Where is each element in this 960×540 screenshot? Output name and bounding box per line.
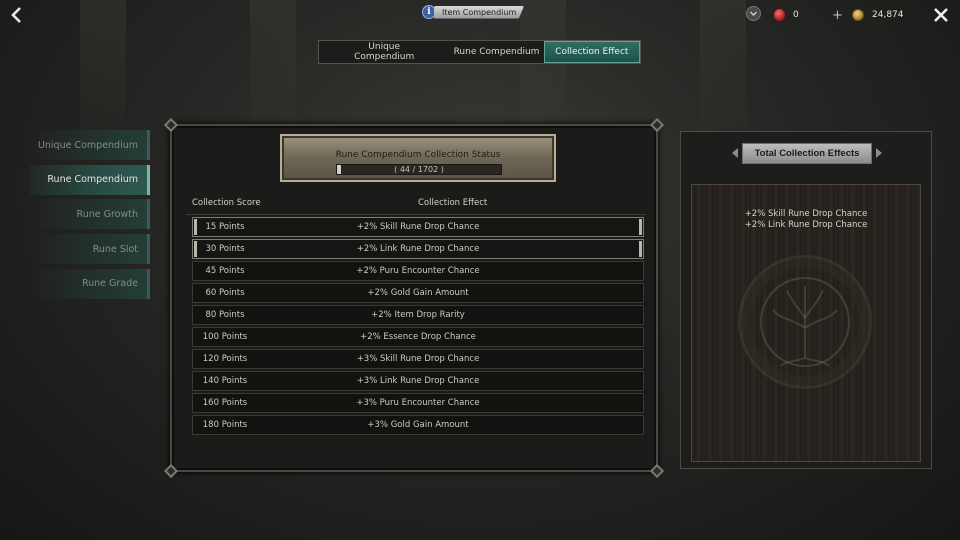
ruby-gem-icon: [774, 9, 785, 21]
table-header: Collection Score Collection Effect: [192, 198, 644, 212]
ornament-right-icon: [876, 148, 883, 158]
tab-collection-effect[interactable]: Collection Effect: [543, 41, 640, 63]
collection-effect: +2% Item Drop Rarity: [371, 310, 465, 320]
collection-panel: Rune Compendium Collection Status ( 44 /…: [163, 117, 665, 479]
collection-effect: +2% Skill Rune Drop Chance: [356, 222, 480, 232]
collection-effect: +2% Link Rune Drop Chance: [356, 244, 480, 254]
corner-ornament: [649, 463, 665, 479]
collection-effect: +3% Link Rune Drop Chance: [356, 376, 480, 386]
total-effect-item: +2% Skill Rune Drop Chance: [744, 209, 868, 219]
corner-ornament: [163, 117, 179, 133]
ornament-left-icon: [731, 148, 738, 158]
collection-score: 120 Points: [202, 354, 248, 364]
gold-currency: 24,874: [852, 6, 904, 24]
collection-effect: +2% Gold Gain Amount: [367, 288, 469, 298]
chevron-left-icon: [11, 7, 21, 23]
header-collection-effect: Collection Effect: [418, 198, 488, 208]
sidebar-item-rune-grade[interactable]: Rune Grade: [30, 268, 150, 299]
ruby-amount: 0: [793, 10, 799, 20]
collection-row: 45 Points +2% Puru Encounter Chance: [192, 261, 644, 281]
divider: [186, 214, 646, 215]
tab-unique-compendium[interactable]: Unique Compendium: [319, 41, 449, 63]
total-effects-panel: Total Collection Effects +2% Skill Rune …: [680, 131, 932, 469]
total-effects-box: +2% Skill Rune Drop Chance +2% Link Rune…: [691, 184, 921, 462]
collection-row: 120 Points +3% Skill Rune Drop Chance: [192, 349, 644, 369]
collection-score: 180 Points: [202, 420, 248, 430]
collection-score: 100 Points: [202, 332, 248, 342]
tree-emblem-icon: [738, 255, 872, 389]
collection-score: 140 Points: [202, 376, 248, 386]
collection-effect: +2% Puru Encounter Chance: [356, 266, 480, 276]
corner-ornament: [163, 463, 179, 479]
collection-score: 30 Points: [205, 244, 245, 254]
collection-score: 15 Points: [205, 222, 245, 232]
collection-effect: +3% Puru Encounter Chance: [356, 398, 480, 408]
collection-row: 60 Points +2% Gold Gain Amount: [192, 283, 644, 303]
chevron-down-icon: [750, 11, 757, 16]
sidebar-item-rune-compendium[interactable]: Rune Compendium: [30, 164, 150, 195]
status-title: Rune Compendium Collection Status: [335, 150, 501, 160]
header-collection-score: Collection Score: [192, 198, 261, 208]
collection-row: 30 Points +2% Link Rune Drop Chance: [192, 239, 644, 259]
close-button[interactable]: [930, 4, 952, 26]
collection-row: 15 Points +2% Skill Rune Drop Chance: [192, 217, 644, 237]
collection-score: 45 Points: [205, 266, 245, 276]
collection-effect: +3% Skill Rune Drop Chance: [356, 354, 480, 364]
collection-row: 80 Points +2% Item Drop Rarity: [192, 305, 644, 325]
collection-status-plate: Rune Compendium Collection Status ( 44 /…: [280, 134, 556, 182]
gold-coin-icon: [852, 9, 864, 21]
collection-score: 80 Points: [205, 310, 245, 320]
sidebar-item-rune-growth[interactable]: Rune Growth: [30, 199, 150, 230]
collection-score: 60 Points: [205, 288, 245, 298]
collection-list[interactable]: 15 Points +2% Skill Rune Drop Chance 30 Po…: [192, 217, 644, 441]
collection-progress-text: ( 44 / 1702 ): [394, 165, 444, 174]
collection-score: 160 Points: [202, 398, 248, 408]
gold-amount: 24,874: [872, 10, 904, 20]
back-button[interactable]: [6, 4, 28, 26]
info-icon[interactable]: i: [422, 5, 436, 19]
plus-icon: +: [832, 7, 843, 23]
tab-rune-compendium[interactable]: Rune Compendium: [449, 41, 543, 63]
collection-row: 180 Points +3% Gold Gain Amount: [192, 415, 644, 435]
sidebar-item-unique-compendium[interactable]: Unique Compendium: [30, 130, 150, 160]
close-icon: [934, 8, 948, 22]
title-pill: i Item Compendium: [422, 3, 525, 21]
compendium-tabs: Unique Compendium Rune Compendium Collec…: [318, 40, 641, 64]
add-currency-button[interactable]: +: [832, 6, 843, 24]
sidebar-item-rune-slot[interactable]: Rune Slot: [30, 234, 150, 265]
total-effects-list: +2% Skill Rune Drop Chance +2% Link Rune…: [692, 209, 920, 231]
collection-progress-bar: ( 44 / 1702 ): [336, 164, 502, 175]
ruby-currency: 0: [774, 6, 799, 24]
total-effects-title: Total Collection Effects: [741, 142, 873, 164]
total-effect-item: +2% Link Rune Drop Chance: [744, 220, 868, 230]
collection-effect: +3% Gold Gain Amount: [367, 420, 469, 430]
collection-row: 140 Points +3% Link Rune Drop Chance: [192, 371, 644, 391]
sidebar: Unique Compendium Rune Compendium Rune G…: [30, 130, 150, 303]
total-effects-plate: Total Collection Effects: [719, 142, 895, 164]
page-title: Item Compendium: [434, 5, 525, 19]
collection-effect: +2% Essence Drop Chance: [360, 332, 476, 342]
corner-ornament: [649, 117, 665, 133]
expand-currency-button[interactable]: [746, 6, 761, 21]
collection-row: 100 Points +2% Essence Drop Chance: [192, 327, 644, 347]
collection-row: 160 Points +3% Puru Encounter Chance: [192, 393, 644, 413]
